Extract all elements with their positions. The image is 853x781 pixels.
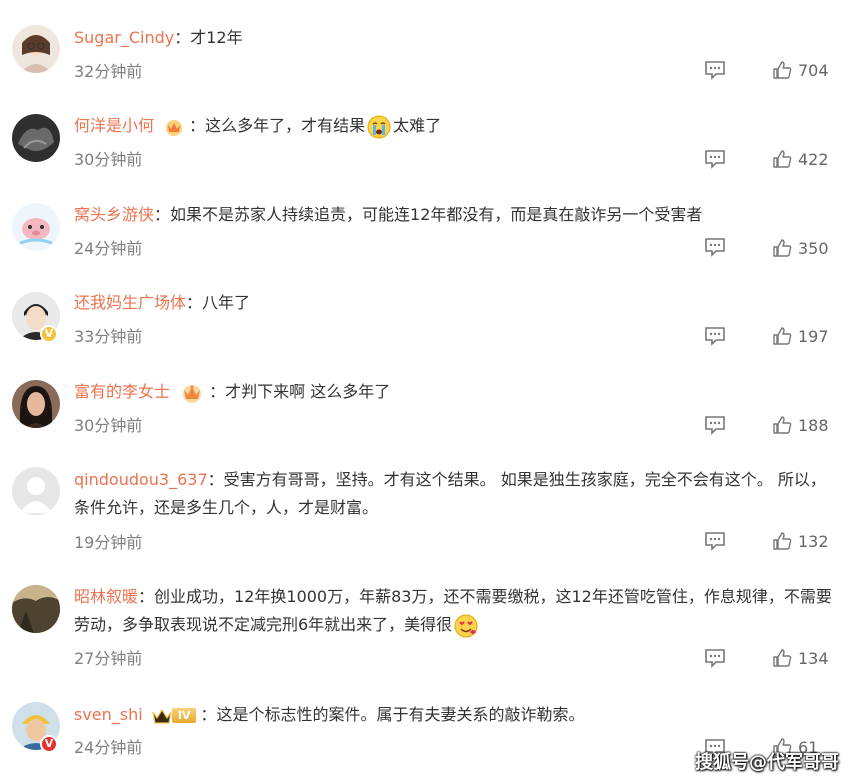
thumbs-up-icon bbox=[773, 327, 792, 345]
comment-body: 才12年 bbox=[190, 28, 243, 47]
comment-text: 富有的李女士 ：才判下来啊 这么多年了 bbox=[74, 378, 833, 406]
separator: ： bbox=[200, 705, 217, 724]
crown-icon bbox=[152, 708, 172, 724]
thumbs-up-icon bbox=[773, 150, 792, 168]
like-button[interactable]: 704 bbox=[772, 60, 829, 80]
like-button[interactable]: 350 bbox=[772, 238, 829, 258]
username-link[interactable]: 昭林叙暖 bbox=[74, 587, 138, 606]
separator: ： bbox=[174, 28, 191, 47]
reply-icon[interactable] bbox=[704, 415, 726, 435]
avatar[interactable] bbox=[12, 380, 60, 428]
verified-badge-icon: V bbox=[40, 735, 58, 753]
like-count: 197 bbox=[798, 326, 829, 346]
watermark: 搜狐号@代军哥哥 bbox=[695, 752, 839, 773]
vip-level-text: IV bbox=[171, 708, 197, 723]
separator: ： bbox=[209, 382, 226, 401]
username-link[interactable]: 窝头乡游侠 bbox=[74, 205, 154, 224]
username-link[interactable]: 富有的李女士 bbox=[74, 382, 170, 401]
reply-icon[interactable] bbox=[704, 60, 726, 80]
like-count: 132 bbox=[798, 531, 829, 551]
crying-emoji-icon bbox=[367, 115, 391, 138]
like-button[interactable]: 134 bbox=[772, 648, 829, 668]
comment-text: 还我妈生广场体：八年了 bbox=[74, 289, 833, 317]
avatar[interactable] bbox=[12, 114, 60, 162]
reply-icon[interactable] bbox=[704, 149, 726, 169]
thumbs-up-icon bbox=[773, 416, 792, 434]
avatar[interactable] bbox=[12, 467, 60, 515]
reply-icon[interactable] bbox=[704, 237, 726, 257]
timestamp: 27分钟前 bbox=[74, 649, 143, 668]
timestamp: 32分钟前 bbox=[74, 62, 143, 81]
thumbs-up-icon bbox=[773, 61, 792, 79]
comment-text: sven_shi IV ：这是个标志性的案件。属于有夫妻关系的敲诈勒索。 bbox=[74, 701, 833, 729]
like-button[interactable]: 422 bbox=[772, 149, 829, 169]
timestamp: 19分钟前 bbox=[74, 533, 143, 552]
reply-icon[interactable] bbox=[704, 531, 726, 551]
like-count: 704 bbox=[798, 60, 829, 80]
comment-text: 窝头乡游侠：如果不是苏家人持续追责，可能连12年都没有，而是真在敲诈另一个受害者 bbox=[74, 201, 833, 229]
comment-body: 才判下来啊 这么多年了 bbox=[225, 382, 391, 401]
thumbs-up-icon bbox=[773, 532, 792, 550]
like-count: 188 bbox=[798, 415, 829, 435]
separator: ： bbox=[186, 293, 203, 312]
separator: ： bbox=[207, 470, 224, 489]
love-emoji-icon bbox=[454, 614, 478, 637]
timestamp: 30分钟前 bbox=[74, 416, 143, 435]
like-count: 422 bbox=[798, 149, 829, 169]
separator: ： bbox=[189, 116, 206, 135]
comment-text: 何洋是小何 ：这么多年了，才有结果 太难了 bbox=[74, 112, 833, 140]
like-button[interactable]: 132 bbox=[772, 531, 829, 551]
comment-text: qindoudou3_637：受害方有哥哥，坚持。才有这个结果。 如果是独生孩家… bbox=[74, 466, 833, 522]
crown-badge-icon bbox=[183, 384, 202, 403]
timestamp: 33分钟前 bbox=[74, 327, 143, 346]
like-button[interactable]: 188 bbox=[772, 415, 829, 435]
timestamp: 24分钟前 bbox=[74, 239, 143, 258]
avatar[interactable] bbox=[12, 25, 60, 73]
timestamp: 30分钟前 bbox=[74, 150, 143, 169]
avatar[interactable] bbox=[12, 203, 60, 251]
username-link[interactable]: 何洋是小何 bbox=[74, 116, 154, 135]
comment-text: Sugar_Cindy：才12年 bbox=[74, 24, 833, 52]
thumbs-up-icon bbox=[773, 649, 792, 667]
separator: ： bbox=[154, 205, 171, 224]
crown-badge-icon bbox=[166, 119, 183, 136]
username-link[interactable]: 还我妈生广场体 bbox=[74, 293, 186, 312]
timestamp: 24分钟前 bbox=[74, 738, 143, 757]
vip-level-badge: IV bbox=[152, 707, 197, 725]
reply-icon[interactable] bbox=[704, 326, 726, 346]
username-link[interactable]: sven_shi bbox=[74, 705, 143, 724]
comment-body-tail: 太难了 bbox=[393, 116, 442, 135]
verified-badge-icon: V bbox=[40, 325, 58, 343]
like-button[interactable]: 197 bbox=[772, 326, 829, 346]
comment-body: 这是个标志性的案件。属于有夫妻关系的敲诈勒索。 bbox=[216, 705, 585, 724]
like-count: 134 bbox=[798, 648, 829, 668]
thumbs-up-icon bbox=[773, 239, 792, 257]
comment-body: 创业成功，12年换1000万，年薪83万，还不需要缴税，这12年还管吃管住，作息… bbox=[74, 587, 832, 634]
reply-icon[interactable] bbox=[704, 648, 726, 668]
comment-text: 昭林叙暖：创业成功，12年换1000万，年薪83万，还不需要缴税，这12年还管吃… bbox=[74, 583, 833, 639]
separator: ： bbox=[138, 587, 155, 606]
comment-body: 这么多年了，才有结果 bbox=[205, 116, 366, 135]
comment-body: 如果不是苏家人持续追责，可能连12年都没有，而是真在敲诈另一个受害者 bbox=[170, 205, 703, 224]
like-count: 350 bbox=[798, 238, 829, 258]
comment-body: 八年了 bbox=[202, 293, 251, 312]
username-link[interactable]: Sugar_Cindy bbox=[74, 28, 174, 47]
avatar[interactable] bbox=[12, 585, 60, 633]
username-link[interactable]: qindoudou3_637 bbox=[74, 470, 208, 489]
